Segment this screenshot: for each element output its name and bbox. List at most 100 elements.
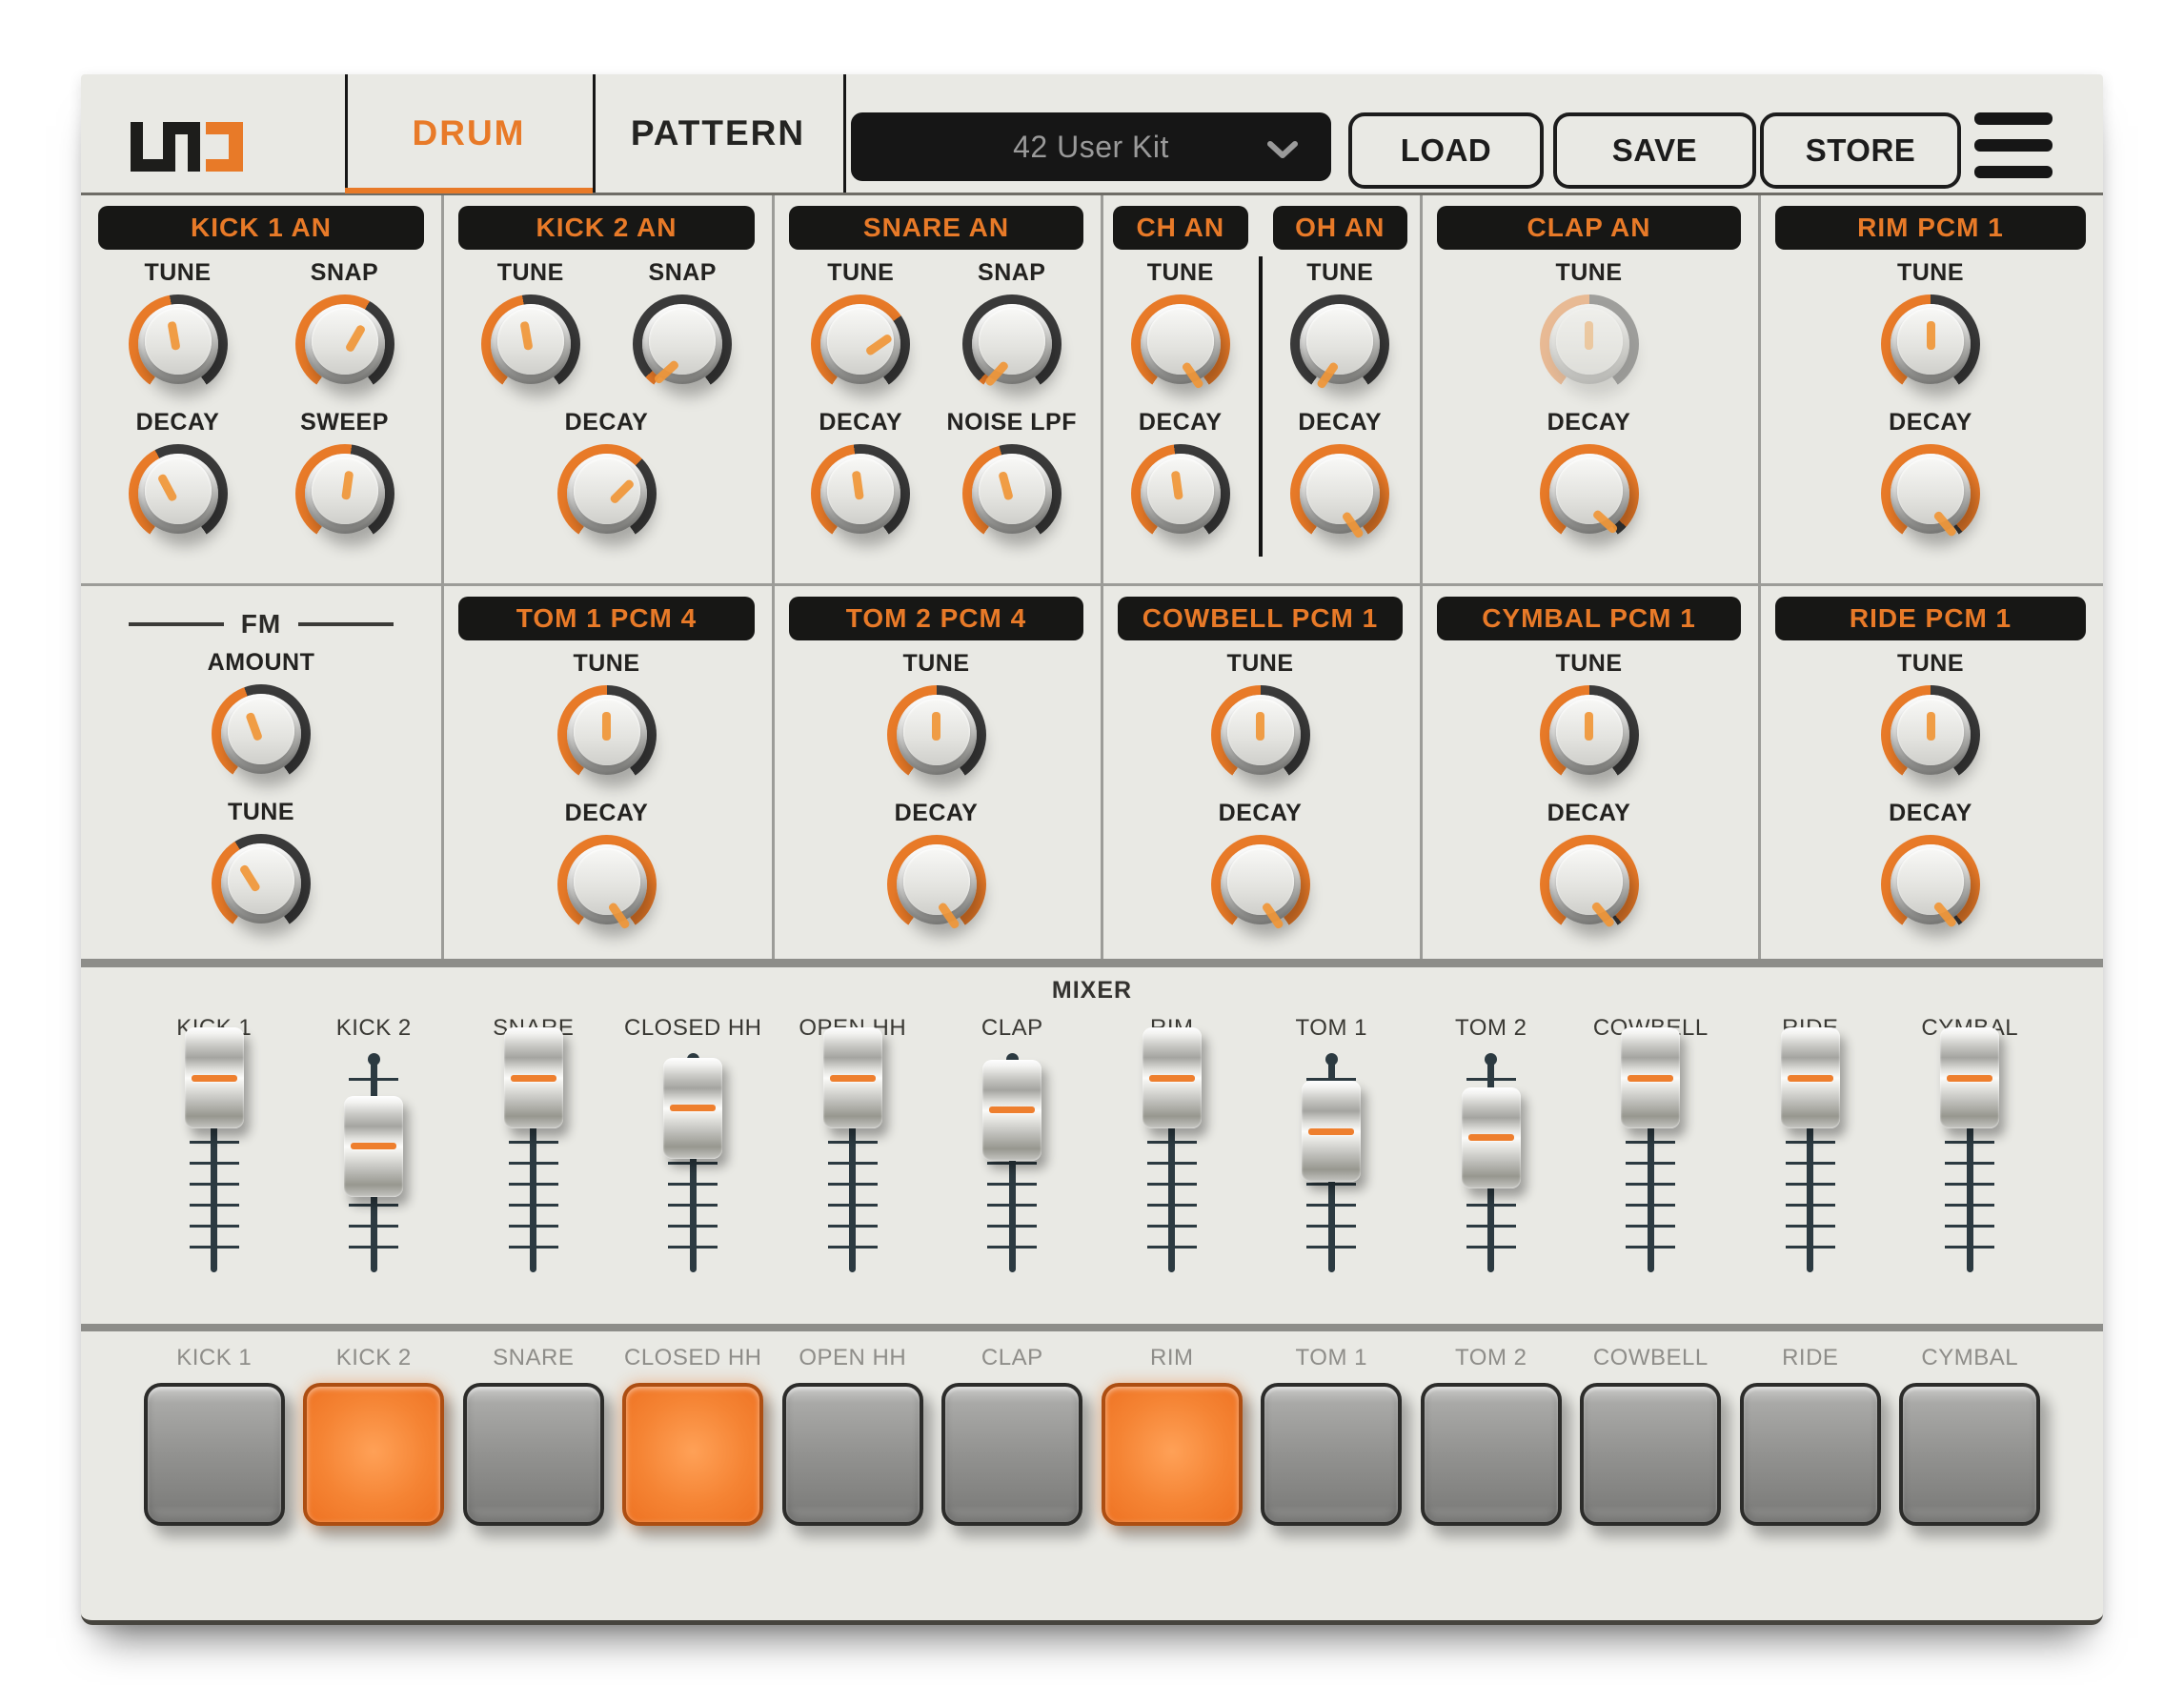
knob-label: TUNE — [1897, 259, 1964, 287]
tune-knob[interactable] — [1131, 294, 1230, 394]
load-button[interactable]: LOAD — [1348, 112, 1544, 189]
knob-body — [1891, 844, 1971, 924]
cymbal-fader — [1922, 1051, 2017, 1284]
fader-tick — [1466, 1246, 1516, 1249]
decay-knob[interactable] — [1131, 444, 1230, 543]
pad-clap[interactable] — [941, 1383, 1082, 1526]
knob-label: DECAY — [565, 409, 649, 436]
knob-cell-decay: DECAY — [94, 409, 261, 543]
pad-kick-1[interactable] — [144, 1383, 285, 1526]
knob-face — [1227, 848, 1294, 915]
decay-knob[interactable] — [557, 835, 657, 934]
snare-fader-cap[interactable] — [504, 1027, 563, 1128]
pad-cymbal[interactable] — [1899, 1383, 2040, 1526]
pad-closed-hh[interactable] — [622, 1383, 763, 1526]
knob-cell-tune: TUNE — [1771, 650, 2090, 784]
fader-tick — [987, 1246, 1037, 1249]
knob-label: TUNE — [1555, 650, 1622, 678]
cowbell-fader-cap[interactable] — [1621, 1027, 1680, 1128]
tune-knob[interactable] — [1211, 685, 1310, 784]
tune-knob[interactable] — [1540, 294, 1639, 394]
snap-knob[interactable] — [633, 294, 732, 394]
snap-knob[interactable] — [962, 294, 1062, 394]
clap-fader-cap[interactable] — [982, 1060, 1041, 1161]
tab-drum-label: DRUM — [413, 113, 526, 153]
decay-knob[interactable] — [1540, 444, 1639, 543]
knob-body — [221, 843, 301, 924]
menu-icon[interactable] — [1974, 112, 2053, 181]
pad-tom-1[interactable] — [1261, 1383, 1402, 1526]
ride-fader-cap[interactable] — [1781, 1027, 1840, 1128]
section-header: CYMBAL PCM 1 — [1437, 597, 1741, 640]
tune-knob[interactable] — [129, 294, 228, 394]
rim-fader-cap[interactable] — [1143, 1027, 1202, 1128]
tune-knob[interactable] — [481, 294, 580, 394]
pad-ride[interactable] — [1740, 1383, 1881, 1526]
tune-knob[interactable] — [1540, 685, 1639, 784]
decay-knob[interactable] — [811, 444, 910, 543]
tune-knob[interactable] — [212, 834, 311, 933]
knob-pointer-icon — [609, 478, 636, 505]
mixer-channel-snare: SNARE — [454, 1015, 614, 1284]
amount-knob[interactable] — [212, 684, 311, 783]
fader-tick — [987, 1204, 1037, 1207]
knob-label: DECAY — [1547, 409, 1631, 436]
knob-pointer-icon — [157, 473, 178, 502]
knob-face — [574, 699, 640, 765]
knob-label: TUNE — [1306, 259, 1373, 287]
subsection-divider — [1259, 256, 1263, 557]
tune-knob[interactable] — [1881, 294, 1980, 394]
voice-section-ch-oh: CH ANTUNEDECAYOH ANTUNEDECAY — [1101, 195, 1420, 583]
tune-knob[interactable] — [887, 685, 986, 784]
decay-knob[interactable] — [1211, 835, 1310, 934]
knob-label: NOISE LPF — [947, 409, 1077, 436]
decay-knob[interactable] — [1881, 835, 1980, 934]
kick-2-fader-cap[interactable] — [344, 1096, 403, 1197]
tune-knob[interactable] — [1290, 294, 1389, 394]
pad-label: CYMBAL — [1921, 1345, 2018, 1371]
fader-tick — [668, 1162, 718, 1165]
pad-snare[interactable] — [463, 1383, 604, 1526]
decay-knob[interactable] — [1290, 444, 1389, 543]
sweep-knob[interactable] — [295, 444, 394, 543]
snap-knob[interactable] — [295, 294, 394, 394]
pad-tom-2[interactable] — [1421, 1383, 1562, 1526]
knob-row: DECAYNOISE LPF — [772, 409, 1101, 543]
kit-selector[interactable]: 42 User Kit — [851, 112, 1331, 181]
open-hh-fader-cap[interactable] — [823, 1027, 882, 1128]
decay-knob[interactable] — [1540, 835, 1639, 934]
knob-row: TUNE — [1261, 259, 1421, 394]
tune-knob[interactable] — [557, 685, 657, 784]
header: DRUM PATTERN 42 User Kit LOAD SAVE STORE — [81, 74, 2103, 195]
tom-2-fader-cap[interactable] — [1462, 1087, 1521, 1188]
open-hh-fader — [805, 1051, 900, 1284]
knob-face — [497, 308, 564, 375]
fm-title-line — [298, 622, 394, 626]
decay-knob[interactable] — [557, 444, 657, 543]
kick-1-fader-cap[interactable] — [185, 1027, 244, 1128]
decay-knob[interactable] — [887, 835, 986, 934]
decay-knob[interactable] — [129, 444, 228, 543]
cymbal-fader-cap[interactable] — [1940, 1027, 1999, 1128]
decay-knob[interactable] — [1881, 444, 1980, 543]
tune-knob[interactable] — [1881, 685, 1980, 784]
knob-body — [138, 304, 218, 384]
noise-lpf-knob[interactable] — [962, 444, 1062, 543]
pad-rim[interactable] — [1102, 1383, 1243, 1526]
pad-cowbell[interactable] — [1580, 1383, 1721, 1526]
tom-1-fader-cap[interactable] — [1302, 1081, 1361, 1182]
pad-open-hh[interactable] — [782, 1383, 923, 1526]
pad-kick-2[interactable] — [303, 1383, 444, 1526]
store-button[interactable]: STORE — [1760, 112, 1961, 189]
knob-face — [1147, 308, 1214, 375]
knob-body — [305, 304, 385, 384]
mixer-channel-cymbal: CYMBAL — [1891, 1015, 2051, 1284]
knob-body — [1549, 844, 1629, 924]
knob-face — [1147, 457, 1214, 524]
tab-pattern[interactable]: PATTERN — [593, 74, 843, 193]
closed-hh-fader-cap[interactable] — [663, 1058, 722, 1159]
tab-drum[interactable]: DRUM — [345, 74, 593, 193]
save-button[interactable]: SAVE — [1553, 112, 1756, 189]
tune-knob[interactable] — [811, 294, 910, 394]
mixer-channel-label: CLAP — [981, 1015, 1043, 1042]
